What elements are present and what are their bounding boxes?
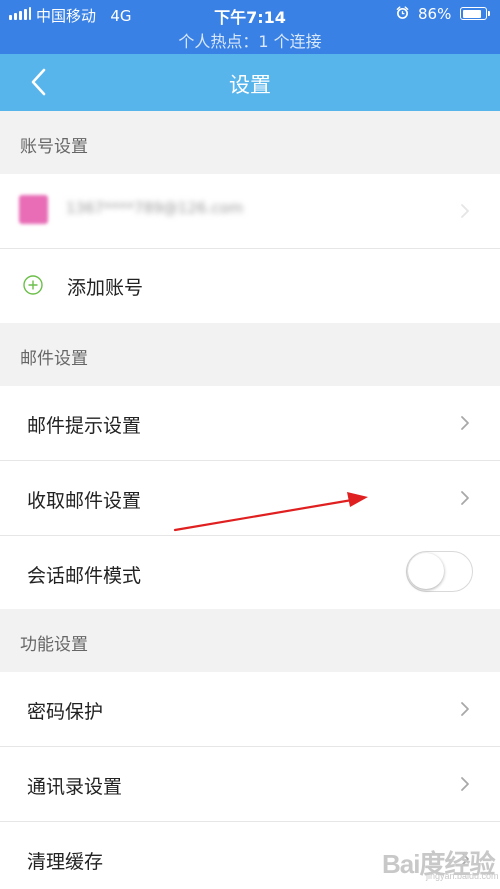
navigation-bar: 设置 <box>0 54 500 111</box>
alarm-icon <box>396 6 409 19</box>
hotspot-banner[interactable]: 个人热点：1 个连接 <box>0 28 500 52</box>
avatar <box>19 195 48 224</box>
row-label: 收取邮件设置 <box>27 490 142 512</box>
battery-icon <box>460 7 490 20</box>
password-protection-row[interactable]: 密码保护 <box>0 672 500 747</box>
status-bar: 中国移动 4G 下午7:14 86% 个人热点：1 个连接 <box>0 0 500 54</box>
section-header-mail: 邮件设置 <box>0 323 500 386</box>
section-title: 账号设置 <box>20 137 88 157</box>
chevron-right-icon <box>461 416 469 430</box>
contacts-settings-row[interactable]: 通讯录设置 <box>0 747 500 822</box>
battery-percentage: 86% <box>418 5 452 23</box>
row-label: 邮件提示设置 <box>27 415 142 437</box>
mail-notify-settings-row[interactable]: 邮件提示设置 <box>0 386 500 461</box>
baidu-watermark-logo: Bai度经验 jingyan.baidu.com <box>382 839 500 881</box>
add-circle-icon <box>23 275 43 295</box>
row-label: 密码保护 <box>27 701 104 723</box>
receive-mail-settings-row[interactable]: 收取邮件设置 <box>0 461 500 536</box>
account-email: 1367****789@126.com <box>66 199 244 217</box>
section-title: 功能设置 <box>20 635 88 655</box>
add-account-label: 添加账号 <box>67 277 144 299</box>
row-label: 通讯录设置 <box>27 776 123 798</box>
section-header-account: 账号设置 <box>0 111 500 174</box>
chevron-right-icon <box>461 777 469 791</box>
section-header-features: 功能设置 <box>0 609 500 672</box>
chevron-right-icon <box>461 491 469 505</box>
chevron-right-icon <box>461 702 469 716</box>
conversation-mode-toggle[interactable] <box>406 551 473 592</box>
battery-level-fill <box>462 9 481 18</box>
chevron-right-icon <box>461 204 469 218</box>
row-label: 清理缓存 <box>27 851 104 873</box>
toggle-knob <box>408 553 444 589</box>
row-label: 会话邮件模式 <box>27 565 142 587</box>
watermark-url: jingyan.baidu.com <box>426 871 499 881</box>
page-title: 设置 <box>229 73 271 97</box>
section-title: 邮件设置 <box>20 349 88 369</box>
